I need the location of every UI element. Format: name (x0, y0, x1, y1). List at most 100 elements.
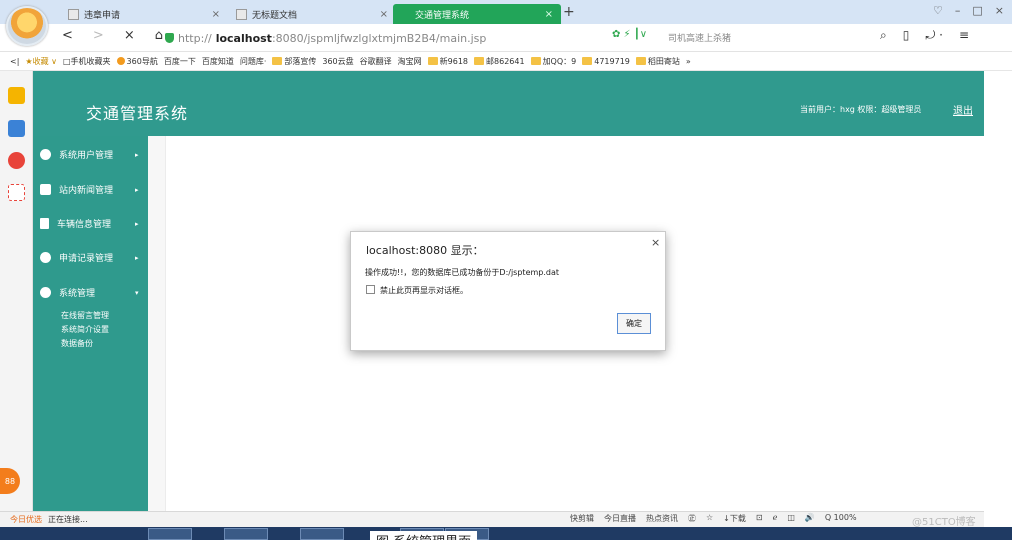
menu-label: 站内新闻管理 (59, 186, 114, 196)
bookmark-label: 4719719 (594, 56, 630, 66)
taskbar-item[interactable] (224, 528, 268, 540)
url-path: :8080/jspmljfwzlglxtmjmB2B4/main.jsp (271, 31, 487, 45)
app-title: 交通管理系统 (86, 104, 189, 123)
ie-mode-icon[interactable]: ℯ (773, 513, 778, 524)
bookmark-folder[interactable]: 4719719 (582, 57, 630, 66)
close-icon[interactable]: × (380, 9, 388, 20)
browser-side-panel (0, 71, 33, 511)
folder-icon (427, 57, 438, 65)
url-action-icons[interactable]: ✿ ⚡ ┃∨ (612, 29, 647, 40)
minimize-icon[interactable]: – (955, 4, 961, 17)
bookmarks-bar: <| ★收藏 ∨ □手机收藏夹 360导航 百度一下 百度知道 问题库· 部落宣… (0, 52, 1012, 71)
page-icon (68, 8, 79, 20)
chart-icon (40, 287, 51, 298)
bookmark-folder[interactable]: 新9618 (427, 56, 468, 67)
daily-picks-link[interactable]: 今日优选 (10, 514, 42, 525)
accelerate-icon[interactable]: ㊣ (688, 513, 696, 524)
bookmark-item[interactable]: 谷歌翻译 (360, 56, 392, 67)
sidebar-splitter[interactable] (148, 136, 166, 511)
favorite-icon[interactable]: ☆ (706, 513, 713, 524)
folder-icon (582, 57, 593, 65)
close-icon[interactable]: × (545, 9, 553, 20)
bookmark-folder[interactable]: 部落宣传 (272, 56, 316, 67)
ok-button[interactable]: 确定 (617, 313, 651, 334)
menu-application-records[interactable]: 申请记录管理 ▸ (40, 251, 139, 264)
bookmark-item[interactable]: 百度知道 (202, 56, 234, 67)
menu-label: 申请记录管理 (59, 254, 114, 264)
bookmark-item[interactable]: 百度一下 (164, 56, 196, 67)
window-controls: ♡ – □ × (933, 4, 1004, 17)
bookmark-mobile[interactable]: □手机收藏夹 (63, 56, 111, 67)
chevron-right-icon: ▸ (135, 253, 139, 262)
sound-icon[interactable]: 🔊 (805, 513, 815, 524)
folder-icon (272, 57, 283, 65)
bookmark-label: 稻田寄站 (647, 56, 680, 66)
submenu-system-intro[interactable]: 系统简介设置 (61, 324, 109, 335)
bookmark-item[interactable]: 360云盘 (322, 56, 353, 67)
bookmark-item[interactable]: 问题库· (240, 56, 267, 67)
menu-site-news[interactable]: 站内新闻管理 ▸ (40, 183, 139, 196)
bookmark-folder[interactable]: 邮862641 (474, 56, 525, 67)
close-icon[interactable]: × (212, 9, 220, 20)
menu-system-users[interactable]: 系统用户管理 ▸ (40, 148, 139, 161)
bookmark-collapse[interactable]: <| (10, 57, 19, 66)
submenu-data-backup[interactable]: 数据备份 (61, 338, 93, 349)
taskbar-item[interactable] (148, 528, 192, 540)
live-button[interactable]: 今日直播 (604, 513, 636, 524)
home-icon[interactable]: ⌂ (155, 28, 163, 43)
monitor-icon (40, 149, 51, 160)
new-tab-button[interactable]: + (563, 4, 575, 20)
folder-icon (474, 57, 485, 65)
sidebar-toggle-icon[interactable]: ▯ (903, 28, 910, 43)
maximize-icon[interactable]: □ (972, 4, 982, 17)
menu-vehicle-info[interactable]: 车辆信息管理 ▸ (40, 217, 139, 230)
app-icon (40, 252, 51, 263)
weibo-icon[interactable] (8, 152, 25, 169)
screen: 违章申请 × 无标题文档 × 交通管理系统 × + ♡ – □ × < > × … (0, 0, 1012, 540)
screenshot-icon[interactable]: ⊡ (756, 513, 763, 524)
bookmark-folder[interactable]: 稻田寄站 (635, 56, 680, 67)
mail-icon[interactable] (8, 184, 25, 201)
folder-icon (635, 57, 646, 65)
menu-label: 车辆信息管理 (57, 220, 112, 230)
forward-icon[interactable]: > (93, 28, 104, 43)
bookmark-item[interactable]: 淘宝网 (398, 56, 422, 67)
menu-icon[interactable]: ≡ (959, 28, 969, 43)
tab-traffic-system[interactable]: 交通管理系统 × (393, 4, 561, 24)
search-icon[interactable]: ⌕ (880, 28, 887, 43)
skin-icon[interactable]: ♡ (933, 4, 943, 17)
bookmarks-overflow[interactable]: » (686, 57, 691, 66)
transfer-icon (40, 218, 49, 229)
url-field[interactable]: http://localhost:8080/jspmljfwzlglxtmjmB… (165, 29, 620, 47)
download-button[interactable]: ↓下载 (723, 513, 746, 524)
close-icon[interactable]: × (651, 236, 660, 249)
checkbox-label[interactable]: 禁止此页再显示对话框。 (380, 285, 468, 296)
status-right: 快剪辑 今日直播 热点资讯 ㊣ ☆ ↓下载 ⊡ ℯ ◫ 🔊 Q 100% (570, 513, 857, 524)
bookmark-favorites[interactable]: ★收藏 ∨ (25, 56, 57, 67)
reader-icon[interactable] (8, 120, 25, 137)
bookmark-item[interactable]: 360导航 (116, 56, 158, 67)
taskbar-item[interactable] (300, 528, 344, 540)
tab-untitled[interactable]: 无标题文档 × (228, 4, 396, 24)
dialog-message: 操作成功!!，您的数据库已成功备份于D:/jsptemp.dat (365, 268, 560, 277)
chevron-down-icon: ▾ (135, 288, 139, 297)
bookmark-label: 360导航 (126, 56, 158, 66)
submenu-online-messages[interactable]: 在线留言管理 (61, 310, 109, 321)
search-input[interactable]: 司机高速上杀猪 (668, 31, 868, 44)
back-icon[interactable]: < (62, 28, 73, 43)
suppress-dialogs-checkbox[interactable] (366, 285, 375, 294)
window-icon[interactable]: ◫ (787, 513, 795, 524)
tab-violation-apply[interactable]: 违章申请 × (60, 4, 228, 24)
menu-system-management[interactable]: 系统管理 ▾ (40, 286, 139, 299)
bookmark-folder[interactable]: 加QQ：9 (530, 56, 576, 67)
favorites-star-icon[interactable] (8, 87, 25, 104)
logout-link[interactable]: 退出 (953, 102, 973, 117)
chevron-right-icon: ▸ (135, 150, 139, 159)
user-avatar[interactable] (6, 6, 48, 46)
stop-icon[interactable]: × (124, 28, 135, 43)
zoom-level[interactable]: Q 100% (825, 513, 857, 524)
undo-close-icon[interactable]: ⤾ · (925, 28, 943, 43)
hot-news-button[interactable]: 热点资讯 (646, 513, 678, 524)
close-window-icon[interactable]: × (995, 4, 1004, 17)
quick-clip-button[interactable]: 快剪辑 (570, 513, 594, 524)
